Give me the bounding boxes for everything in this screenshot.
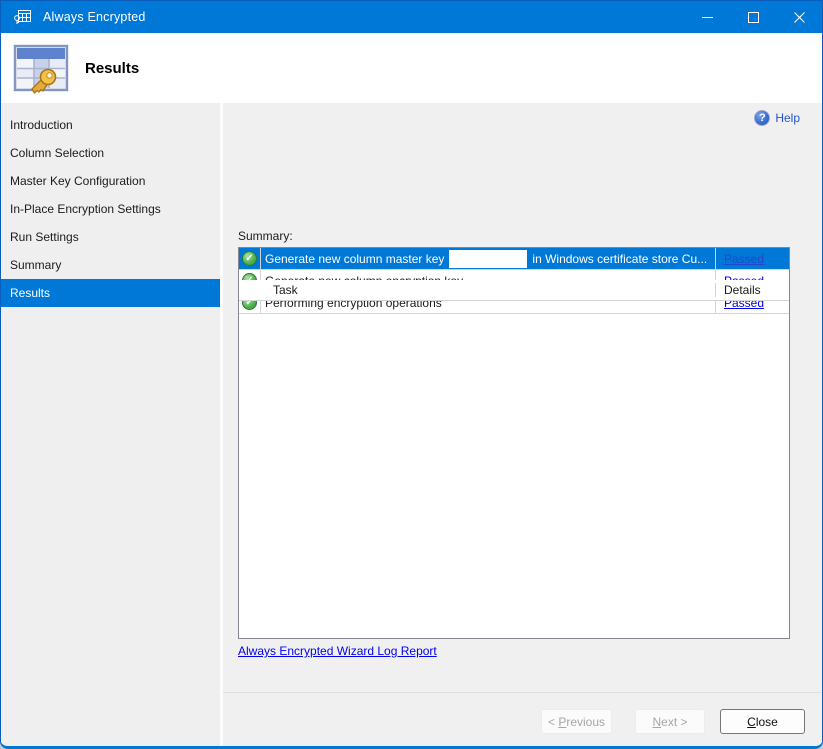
redacted-key-name-box (449, 250, 527, 268)
status-cell: ✓ (239, 248, 261, 269)
sidebar-item-run-settings[interactable]: Run Settings (1, 223, 220, 251)
sidebar-item-introduction[interactable]: Introduction (1, 111, 220, 139)
footer-divider (223, 692, 822, 693)
app-table-key-icon (14, 9, 32, 25)
table-header-row: Task Details (239, 280, 789, 301)
previous-button[interactable]: < Previous (541, 709, 612, 734)
window-title: Always Encrypted (43, 10, 146, 24)
help-link[interactable]: ? Help (754, 110, 800, 126)
close-button[interactable]: Close (720, 709, 805, 734)
maximize-button[interactable] (730, 1, 776, 33)
passed-link[interactable]: Passed (724, 252, 764, 266)
main-panel: ? Help Summary: Task Details ✓ Generate … (223, 103, 822, 746)
table-key-icon (11, 39, 71, 97)
details-cell: Passed (716, 248, 789, 269)
sidebar-item-summary[interactable]: Summary (1, 251, 220, 279)
passed-check-icon: ✓ (242, 251, 257, 266)
minimize-button[interactable] (684, 1, 730, 33)
sidebar-item-results[interactable]: Results (1, 279, 220, 307)
task-cell: Generate new column master key in Windows… (261, 248, 716, 269)
sidebar-item-in-place-encryption-settings[interactable]: In-Place Encryption Settings (1, 195, 220, 223)
summary-label: Summary: (238, 229, 293, 243)
results-table: Task Details ✓ Generate new column maste… (238, 247, 790, 639)
always-encrypted-wizard-window: Always Encrypted (0, 0, 823, 749)
details-column-header[interactable]: Details (716, 283, 789, 297)
page-header: Results (1, 33, 822, 103)
help-label: Help (775, 111, 800, 125)
task-text: in Windows certificate store Cu... (532, 252, 707, 266)
title-bar: Always Encrypted (1, 1, 822, 33)
sidebar-item-master-key-configuration[interactable]: Master Key Configuration (1, 167, 220, 195)
close-window-button[interactable] (776, 1, 822, 33)
next-button[interactable]: Next > (635, 709, 705, 734)
wizard-log-report-link[interactable]: Always Encrypted Wizard Log Report (238, 644, 437, 658)
task-text: Generate new column master key (265, 252, 444, 266)
table-row[interactable]: ✓ Generate new column master key in Windo… (239, 248, 789, 270)
page-title: Results (85, 60, 139, 77)
help-icon: ? (754, 110, 770, 126)
task-column-header[interactable]: Task (261, 283, 716, 297)
wizard-steps-sidebar: Introduction Column Selection Master Key… (1, 103, 223, 746)
sidebar-item-column-selection[interactable]: Column Selection (1, 139, 220, 167)
